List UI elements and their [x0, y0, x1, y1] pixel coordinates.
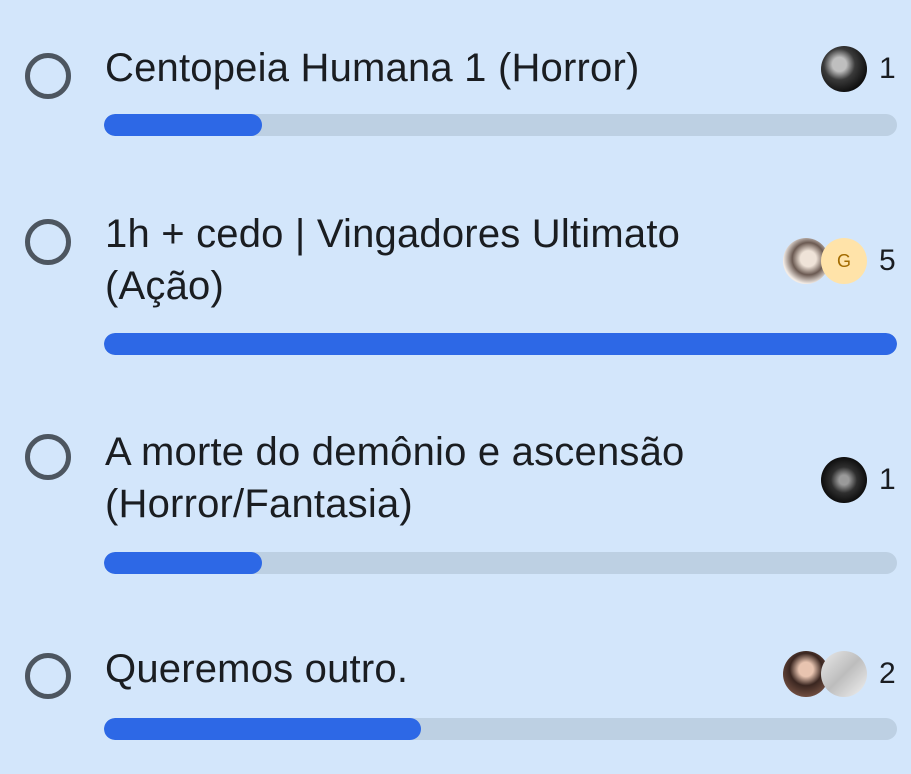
voter-avatar-letter: G [821, 238, 867, 284]
radio-button[interactable] [25, 653, 71, 699]
voters[interactable]: 1 [821, 457, 897, 503]
option-label-line: A morte do demônio e ascensão [105, 430, 685, 474]
progress-bar [104, 114, 897, 136]
voters[interactable]: 1 [821, 46, 897, 92]
option-label: A morte do demônio e ascensão (Horror/Fa… [105, 426, 755, 530]
option-label: 1h + cedo | Vingadores Ultimato (Ação) [105, 208, 755, 312]
option-label: Queremos outro. [105, 643, 755, 695]
poll-option[interactable]: 1h + cedo | Vingadores Ultimato (Ação) G… [0, 160, 911, 380]
radio-button[interactable] [25, 53, 71, 99]
vote-count: 1 [879, 52, 896, 85]
progress-fill [104, 333, 897, 355]
option-label: Centopeia Humana 1 (Horror) [105, 42, 755, 94]
progress-bar [104, 718, 897, 740]
poll-option[interactable]: A morte do demônio e ascensão (Horror/Fa… [0, 380, 911, 605]
voter-avatar [821, 46, 867, 92]
progress-bar [104, 552, 897, 574]
progress-fill [104, 114, 262, 136]
vote-count: 1 [879, 463, 896, 496]
voters[interactable]: G 5 [783, 238, 897, 284]
voters[interactable]: 2 [783, 651, 897, 697]
radio-button[interactable] [25, 434, 71, 480]
voter-avatar [821, 651, 867, 697]
option-label-text: Centopeia Humana 1 (Horror) [105, 46, 640, 90]
progress-bar [104, 333, 897, 355]
radio-button[interactable] [25, 219, 71, 265]
poll-option[interactable]: Queremos outro. 2 [0, 605, 911, 774]
option-label-text: Queremos outro. [105, 647, 409, 691]
poll-option[interactable]: Centopeia Humana 1 (Horror) 1 [0, 0, 911, 160]
progress-fill [104, 718, 421, 740]
vote-count: 2 [879, 657, 896, 690]
option-label-line: (Horror/Fantasia) [105, 482, 413, 526]
progress-fill [104, 552, 262, 574]
voter-avatar [821, 457, 867, 503]
option-label-line: (Ação) [105, 264, 225, 308]
vote-count: 5 [879, 244, 896, 277]
poll: Centopeia Humana 1 (Horror) 1 1h + cedo … [0, 0, 911, 774]
option-label-line: 1h + cedo | Vingadores Ultimato [105, 212, 681, 256]
